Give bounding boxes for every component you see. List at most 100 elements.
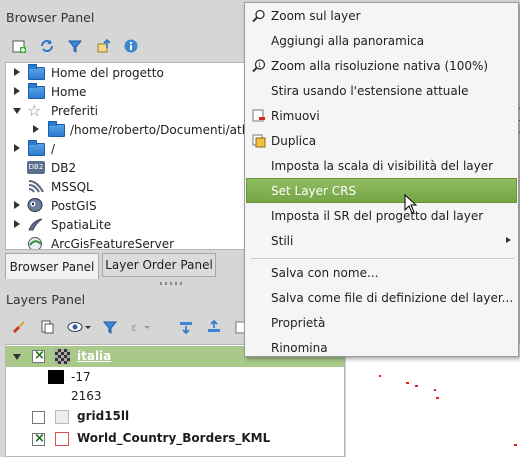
- filter-legend-icon[interactable]: [101, 318, 119, 336]
- polygon-layer-icon: [55, 432, 69, 446]
- tree-item-preferiti[interactable]: ☆ Preferiti: [6, 101, 244, 120]
- menu-item-save-definition[interactable]: Salva come file di definizione del layer…: [246, 285, 517, 310]
- expand-arrow-icon[interactable]: [14, 201, 20, 209]
- tab-layer-order-panel[interactable]: Layer Order Panel: [102, 253, 216, 277]
- tree-item-label: SpatiaLite: [51, 217, 112, 232]
- collapse-all-icon[interactable]: [95, 37, 113, 55]
- tree-item-favorite-path[interactable]: /home/roberto/Documenti/atla: [6, 120, 244, 139]
- svg-text:1: 1: [258, 62, 262, 69]
- tree-item-mssql[interactable]: MSSQL: [6, 177, 244, 196]
- menu-item-label: Duplica: [271, 133, 317, 148]
- folder-icon: [28, 83, 45, 99]
- layer-name-borders[interactable]: World_Country_Borders_KML: [77, 431, 270, 445]
- remove-layer-icon: [252, 109, 265, 121]
- layer-visibility-checkbox[interactable]: [32, 411, 45, 424]
- menu-item-zoom-native[interactable]: 1 Zoom alla risoluzione nativa (100%): [246, 53, 517, 78]
- tree-item-label: Home del progetto: [51, 65, 164, 80]
- duplicate-layer-icon: [252, 134, 266, 147]
- add-layer-icon[interactable]: [10, 37, 28, 55]
- menu-separator: [251, 258, 514, 259]
- raster-layer-icon: [55, 349, 70, 364]
- zoom-layer-icon: [252, 9, 265, 22]
- zoom-native-icon: 1: [252, 58, 266, 72]
- style-brush-icon[interactable]: [10, 318, 28, 336]
- tree-item-label: /home/roberto/Documenti/atla: [70, 122, 245, 137]
- visibility-eye-icon[interactable]: [66, 318, 92, 336]
- layer-context-menu: Zoom sul layer Aggiungi alla panoramica …: [244, 2, 519, 357]
- legend-label: 2163: [71, 389, 102, 403]
- tree-item-spatialite[interactable]: SpatiaLite: [6, 215, 244, 234]
- layer-visibility-checkbox[interactable]: [32, 348, 45, 363]
- folder-icon: [28, 64, 45, 80]
- collapse-all-layers-icon[interactable]: [205, 318, 223, 336]
- tree-item-label: DB2: [51, 160, 77, 175]
- layer-name-grid[interactable]: grid15ll: [77, 409, 129, 423]
- tab-browser-panel[interactable]: Browser Panel: [5, 253, 99, 279]
- menu-item-label: Stira usando l'estensione attuale: [271, 83, 469, 98]
- mouse-cursor-icon: [404, 194, 418, 214]
- menu-item-label: Imposta la scala di visibilità del layer: [271, 158, 494, 173]
- menu-item-project-crs-from-layer[interactable]: Imposta il SR del progetto dal layer: [246, 203, 517, 228]
- expand-arrow-icon[interactable]: [14, 68, 20, 76]
- menu-item-visibility-scale[interactable]: Imposta la scala di visibilità del layer: [246, 153, 517, 178]
- legend-label: -17: [71, 370, 91, 384]
- menu-item-save-as[interactable]: Salva con nome...: [246, 260, 517, 285]
- menu-item-label: Rimuovi: [271, 108, 320, 123]
- browser-tree[interactable]: Home del progetto Home ☆ Preferiti /home…: [5, 62, 245, 250]
- tree-item-postgis[interactable]: PostGIS: [6, 196, 244, 215]
- expand-all-icon[interactable]: [177, 318, 195, 336]
- menu-item-label: Zoom sul layer: [271, 8, 361, 23]
- tab-label: Layer Order Panel: [105, 258, 213, 272]
- expand-arrow-icon[interactable]: [14, 87, 20, 95]
- tree-item-label: Preferiti: [51, 103, 98, 118]
- tree-item-label: /: [51, 141, 56, 156]
- tree-item-arcgis[interactable]: ArcGisFeatureServer: [6, 234, 244, 250]
- svg-text:ε: ε: [131, 321, 137, 334]
- collapse-arrow-icon[interactable]: [13, 354, 21, 360]
- tree-item-home-progetto[interactable]: Home del progetto: [6, 63, 244, 82]
- filter-icon[interactable]: [66, 37, 84, 55]
- layers-tree[interactable]: italia -17 2163 grid15ll World_Country_B…: [5, 344, 345, 457]
- tree-item-label: ArcGisFeatureServer: [51, 236, 175, 250]
- expand-arrow-icon[interactable]: [14, 144, 20, 152]
- layers-panel-title: Layers Panel: [6, 292, 86, 307]
- add-group-icon[interactable]: [38, 318, 56, 336]
- menu-item-label: Salva con nome...: [271, 265, 379, 280]
- menu-item-label: Set Layer CRS: [271, 183, 357, 198]
- map-canvas[interactable]: [346, 344, 520, 457]
- db2-icon: DB2: [27, 161, 45, 174]
- tree-item-root[interactable]: /: [6, 139, 244, 158]
- postgis-icon: [27, 197, 44, 216]
- menu-item-properties[interactable]: Proprietà: [246, 310, 517, 335]
- tree-item-label: MSSQL: [51, 179, 93, 194]
- menu-item-duplicate[interactable]: Duplica: [246, 128, 517, 153]
- menu-item-add-overview[interactable]: Aggiungi alla panoramica: [246, 28, 517, 53]
- filter-expression-icon[interactable]: ε: [130, 318, 152, 336]
- legend-swatch-black: [48, 370, 64, 384]
- expand-arrow-icon[interactable]: [33, 125, 39, 133]
- layer-name-italia[interactable]: italia: [77, 349, 111, 363]
- arcgis-icon: [27, 236, 43, 249]
- map-features: [379, 375, 517, 446]
- menu-item-remove[interactable]: Rimuovi: [246, 103, 517, 128]
- menu-item-stretch-extent[interactable]: Stira usando l'estensione attuale: [246, 78, 517, 103]
- collapse-arrow-icon[interactable]: [13, 108, 21, 114]
- menu-item-zoom-to-layer[interactable]: Zoom sul layer: [246, 3, 517, 28]
- vector-layer-icon: [55, 410, 69, 424]
- menu-item-rename[interactable]: Rinomina: [246, 335, 517, 360]
- menu-item-label: Imposta il SR del progetto dal layer: [271, 208, 484, 223]
- menu-item-styles[interactable]: Stili: [246, 228, 517, 253]
- refresh-icon[interactable]: [38, 37, 56, 55]
- expand-arrow-icon[interactable]: [14, 220, 20, 228]
- tab-label: Browser Panel: [9, 259, 95, 274]
- tree-item-label: Home: [51, 84, 87, 99]
- menu-item-label: Stili: [271, 233, 294, 248]
- layer-visibility-checkbox[interactable]: [32, 431, 45, 446]
- tree-item-db2[interactable]: DB2 DB2: [6, 158, 244, 177]
- tree-item-home[interactable]: Home: [6, 82, 244, 101]
- menu-item-label: Rinomina: [271, 340, 328, 355]
- menu-item-set-layer-crs[interactable]: Set Layer CRS: [246, 178, 517, 203]
- info-icon[interactable]: [122, 37, 140, 55]
- splitter-handle[interactable]: [160, 282, 184, 285]
- star-icon: ☆: [27, 101, 42, 120]
